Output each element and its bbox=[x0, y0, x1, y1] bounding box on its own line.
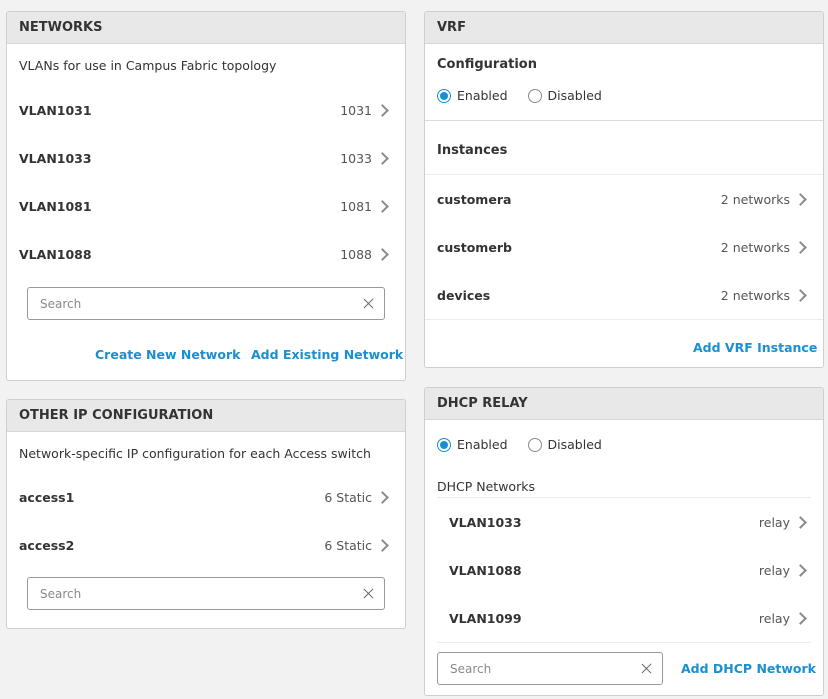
network-row-vlan1081[interactable]: VLAN1081 1081 bbox=[7, 182, 405, 230]
network-name: VLAN1031 bbox=[19, 102, 92, 118]
dhcp-network-name: VLAN1088 bbox=[449, 562, 522, 578]
network-row-vlan1088[interactable]: VLAN1088 1088 bbox=[7, 230, 405, 278]
radio-selected-icon bbox=[437, 437, 451, 452]
vrf-instance-networks: 2 networks bbox=[720, 239, 790, 255]
chevron-right-icon bbox=[794, 240, 807, 254]
clear-icon[interactable] bbox=[363, 298, 374, 309]
network-row-vlan1033[interactable]: VLAN1033 1033 bbox=[7, 134, 405, 182]
vrf-panel: VRF Configuration Enabled Disabled Insta… bbox=[424, 11, 824, 368]
network-name: VLAN1033 bbox=[19, 150, 92, 166]
network-id: 1031 bbox=[340, 102, 372, 118]
chevron-right-icon bbox=[794, 563, 807, 577]
dhcp-network-row-vlan1088[interactable]: VLAN1088 relay bbox=[425, 546, 823, 594]
vrf-divider bbox=[425, 120, 823, 121]
radio-label: Enabled bbox=[457, 437, 508, 452]
vrf-configuration-label: Configuration bbox=[437, 57, 537, 72]
vrf-instance-row-customera[interactable]: customera 2 networks bbox=[425, 175, 823, 223]
other-ip-search bbox=[27, 577, 385, 610]
radio-unselected-icon bbox=[527, 88, 542, 103]
dhcp-network-mode: relay bbox=[758, 514, 790, 530]
other-ip-search-input[interactable] bbox=[40, 586, 363, 601]
dhcp-radio-group: Enabled Disabled bbox=[437, 437, 622, 452]
chevron-right-icon bbox=[376, 247, 389, 261]
vrf-disabled-radio[interactable]: Disabled bbox=[527, 88, 602, 103]
radio-label: Enabled bbox=[457, 88, 508, 103]
networks-description: VLANs for use in Campus Fabric topology bbox=[19, 58, 277, 73]
network-name: VLAN1088 bbox=[19, 246, 92, 262]
dhcp-disabled-radio[interactable]: Disabled bbox=[527, 437, 602, 452]
vrf-enabled-radio[interactable]: Enabled bbox=[437, 88, 508, 103]
networks-panel: NETWORKS VLANs for use in Campus Fabric … bbox=[6, 11, 406, 381]
networks-search bbox=[27, 287, 385, 320]
dhcp-network-name: VLAN1099 bbox=[449, 610, 522, 626]
vrf-instance-networks: 2 networks bbox=[720, 191, 790, 207]
networks-search-input[interactable] bbox=[40, 296, 363, 311]
vrf-config-radio-group: Enabled Disabled bbox=[437, 88, 622, 103]
other-ip-description: Network-specific IP configuration for ea… bbox=[19, 446, 371, 461]
network-id: 1033 bbox=[340, 150, 372, 166]
dhcp-enabled-radio[interactable]: Enabled bbox=[437, 437, 508, 452]
add-existing-network-link[interactable]: Add Existing Network bbox=[251, 347, 403, 362]
access-name: access1 bbox=[19, 489, 75, 505]
dhcp-network-row-vlan1099[interactable]: VLAN1099 relay bbox=[425, 594, 823, 642]
dhcp-network-mode: relay bbox=[758, 562, 790, 578]
access-name: access2 bbox=[19, 537, 75, 553]
chevron-right-icon bbox=[794, 611, 807, 625]
vrf-instance-name: devices bbox=[437, 287, 491, 303]
vrf-instance-row-devices[interactable]: devices 2 networks bbox=[425, 271, 823, 319]
radio-selected-icon bbox=[437, 88, 451, 103]
network-id: 1081 bbox=[340, 198, 372, 214]
radio-label: Disabled bbox=[547, 437, 602, 452]
vrf-instance-row-customerb[interactable]: customerb 2 networks bbox=[425, 223, 823, 271]
chevron-right-icon bbox=[794, 192, 807, 206]
access-static-count: 6 Static bbox=[324, 537, 372, 553]
chevron-right-icon bbox=[794, 288, 807, 302]
access-static-count: 6 Static bbox=[324, 489, 372, 505]
dhcp-network-row-vlan1033[interactable]: VLAN1033 relay bbox=[425, 498, 823, 546]
radio-unselected-icon bbox=[527, 437, 542, 452]
clear-icon[interactable] bbox=[363, 588, 374, 599]
vrf-instance-name: customera bbox=[437, 191, 512, 207]
vrf-header: VRF bbox=[425, 12, 823, 44]
clear-icon[interactable] bbox=[641, 663, 652, 674]
dhcp-network-mode: relay bbox=[758, 610, 790, 626]
dhcp-search-input[interactable] bbox=[450, 661, 641, 676]
vrf-instances-label: Instances bbox=[437, 143, 508, 158]
network-name: VLAN1081 bbox=[19, 198, 92, 214]
other-ip-header: OTHER IP CONFIGURATION bbox=[7, 400, 405, 432]
radio-label: Disabled bbox=[547, 88, 602, 103]
dhcp-relay-header: DHCP RELAY bbox=[425, 388, 823, 420]
chevron-right-icon bbox=[376, 490, 389, 504]
create-new-network-link[interactable]: Create New Network bbox=[95, 347, 240, 362]
dhcp-relay-panel: DHCP RELAY Enabled Disabled DHCP Network… bbox=[424, 387, 824, 696]
network-id: 1088 bbox=[340, 246, 372, 262]
other-ip-panel: OTHER IP CONFIGURATION Network-specific … bbox=[6, 399, 406, 629]
dhcp-search bbox=[437, 652, 663, 685]
chevron-right-icon bbox=[794, 515, 807, 529]
access-row-access1[interactable]: access1 6 Static bbox=[7, 473, 405, 521]
chevron-right-icon bbox=[376, 199, 389, 213]
networks-header: NETWORKS bbox=[7, 12, 405, 44]
dhcp-network-name: VLAN1033 bbox=[449, 514, 522, 530]
dhcp-footer-divider bbox=[437, 642, 811, 643]
add-vrf-instance-link[interactable]: Add VRF Instance bbox=[693, 340, 817, 355]
chevron-right-icon bbox=[376, 538, 389, 552]
vrf-instance-name: customerb bbox=[437, 239, 512, 255]
network-row-vlan1031[interactable]: VLAN1031 1031 bbox=[7, 86, 405, 134]
dhcp-networks-label: DHCP Networks bbox=[437, 479, 535, 494]
chevron-right-icon bbox=[376, 103, 389, 117]
access-row-access2[interactable]: access2 6 Static bbox=[7, 521, 405, 569]
add-dhcp-network-link[interactable]: Add DHCP Network bbox=[681, 661, 816, 676]
vrf-footer-divider bbox=[425, 319, 823, 320]
chevron-right-icon bbox=[376, 151, 389, 165]
vrf-instance-networks: 2 networks bbox=[720, 287, 790, 303]
